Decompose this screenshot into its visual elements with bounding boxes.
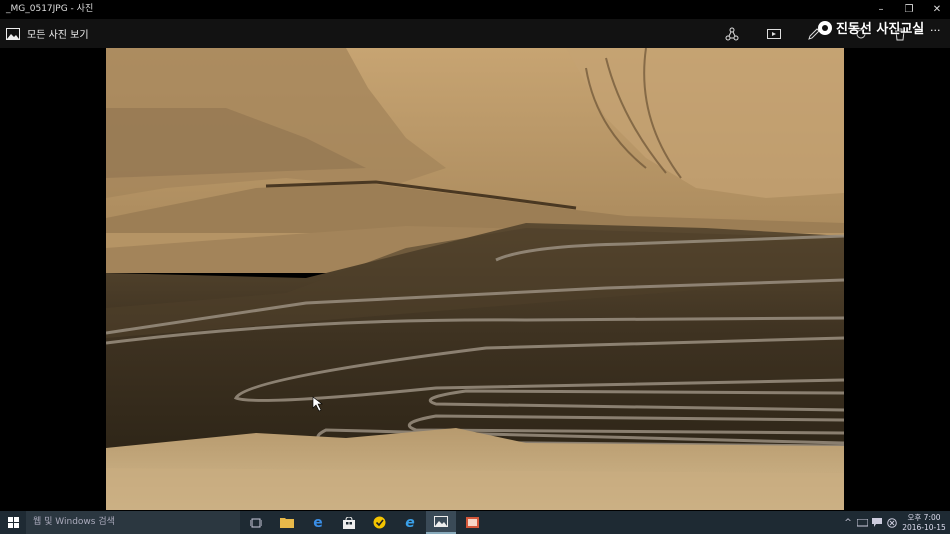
more-options-button[interactable]: ... — [930, 21, 941, 34]
chevron-up-icon: ^ — [844, 517, 852, 528]
watermark-text: 진동선 사진교실 — [836, 22, 925, 37]
photos-icon — [434, 516, 448, 527]
volume-button[interactable] — [885, 511, 899, 534]
watermark-logo-icon — [818, 20, 832, 35]
landscape-photo — [106, 48, 844, 510]
store-icon — [343, 516, 355, 529]
title-bar: _MG_0517JPG - 사진 – ❐ ✕ — [0, 0, 950, 19]
norton-button[interactable] — [364, 511, 394, 534]
start-button[interactable] — [0, 511, 26, 534]
all-photos-button[interactable]: 모든 사진 보기 — [6, 19, 89, 48]
restore-button[interactable]: ❐ — [894, 0, 924, 19]
windows-logo-icon — [7, 517, 19, 528]
file-explorer-icon — [280, 518, 294, 528]
slideshow-icon — [767, 29, 781, 39]
app-toolbar: 모든 사진 보기 — [0, 19, 950, 48]
watermark: 진동선 사진교실 — [818, 18, 924, 37]
window-title: _MG_0517JPG - 사진 — [6, 4, 94, 14]
task-view-button[interactable] — [241, 511, 271, 534]
notification-button[interactable] — [870, 511, 884, 534]
edge-button[interactable]: e — [303, 511, 333, 534]
close-button[interactable]: ✕ — [922, 0, 950, 19]
network-icon — [856, 518, 868, 526]
edge-icon: e — [313, 514, 323, 531]
message-icon — [872, 518, 882, 527]
slideshow-button[interactable] — [764, 24, 784, 44]
volume-muted-icon — [887, 517, 897, 528]
photo-viewer-image[interactable] — [106, 48, 844, 510]
photo-icon — [6, 27, 20, 40]
store-button[interactable] — [334, 511, 364, 534]
powerpoint-button[interactable] — [457, 511, 487, 534]
photos-button[interactable] — [426, 511, 456, 534]
share-icon — [725, 27, 739, 41]
powerpoint-icon — [465, 517, 479, 528]
taskbar: 웹 및 Windows 검색 e e ^ 오후 7:00 2016-10-15 — [0, 511, 950, 534]
all-photos-label: 모든 사진 보기 — [27, 30, 89, 41]
taskbar-search-input[interactable]: 웹 및 Windows 검색 — [26, 511, 240, 534]
clock-date: 2016-10-15 — [902, 523, 946, 532]
show-hidden-icons-button[interactable]: ^ — [842, 511, 854, 534]
ie-button[interactable]: e — [395, 511, 425, 534]
clock-time: 오후 7:00 — [907, 513, 941, 522]
share-button[interactable] — [722, 24, 742, 44]
network-button[interactable] — [855, 511, 869, 534]
system-clock[interactable]: 오후 7:00 2016-10-15 — [902, 513, 946, 533]
norton-icon — [373, 516, 385, 529]
minimize-button[interactable]: – — [866, 0, 896, 19]
task-view-icon — [250, 518, 262, 527]
file-explorer-button[interactable] — [272, 511, 302, 534]
ie-icon: e — [405, 514, 415, 531]
